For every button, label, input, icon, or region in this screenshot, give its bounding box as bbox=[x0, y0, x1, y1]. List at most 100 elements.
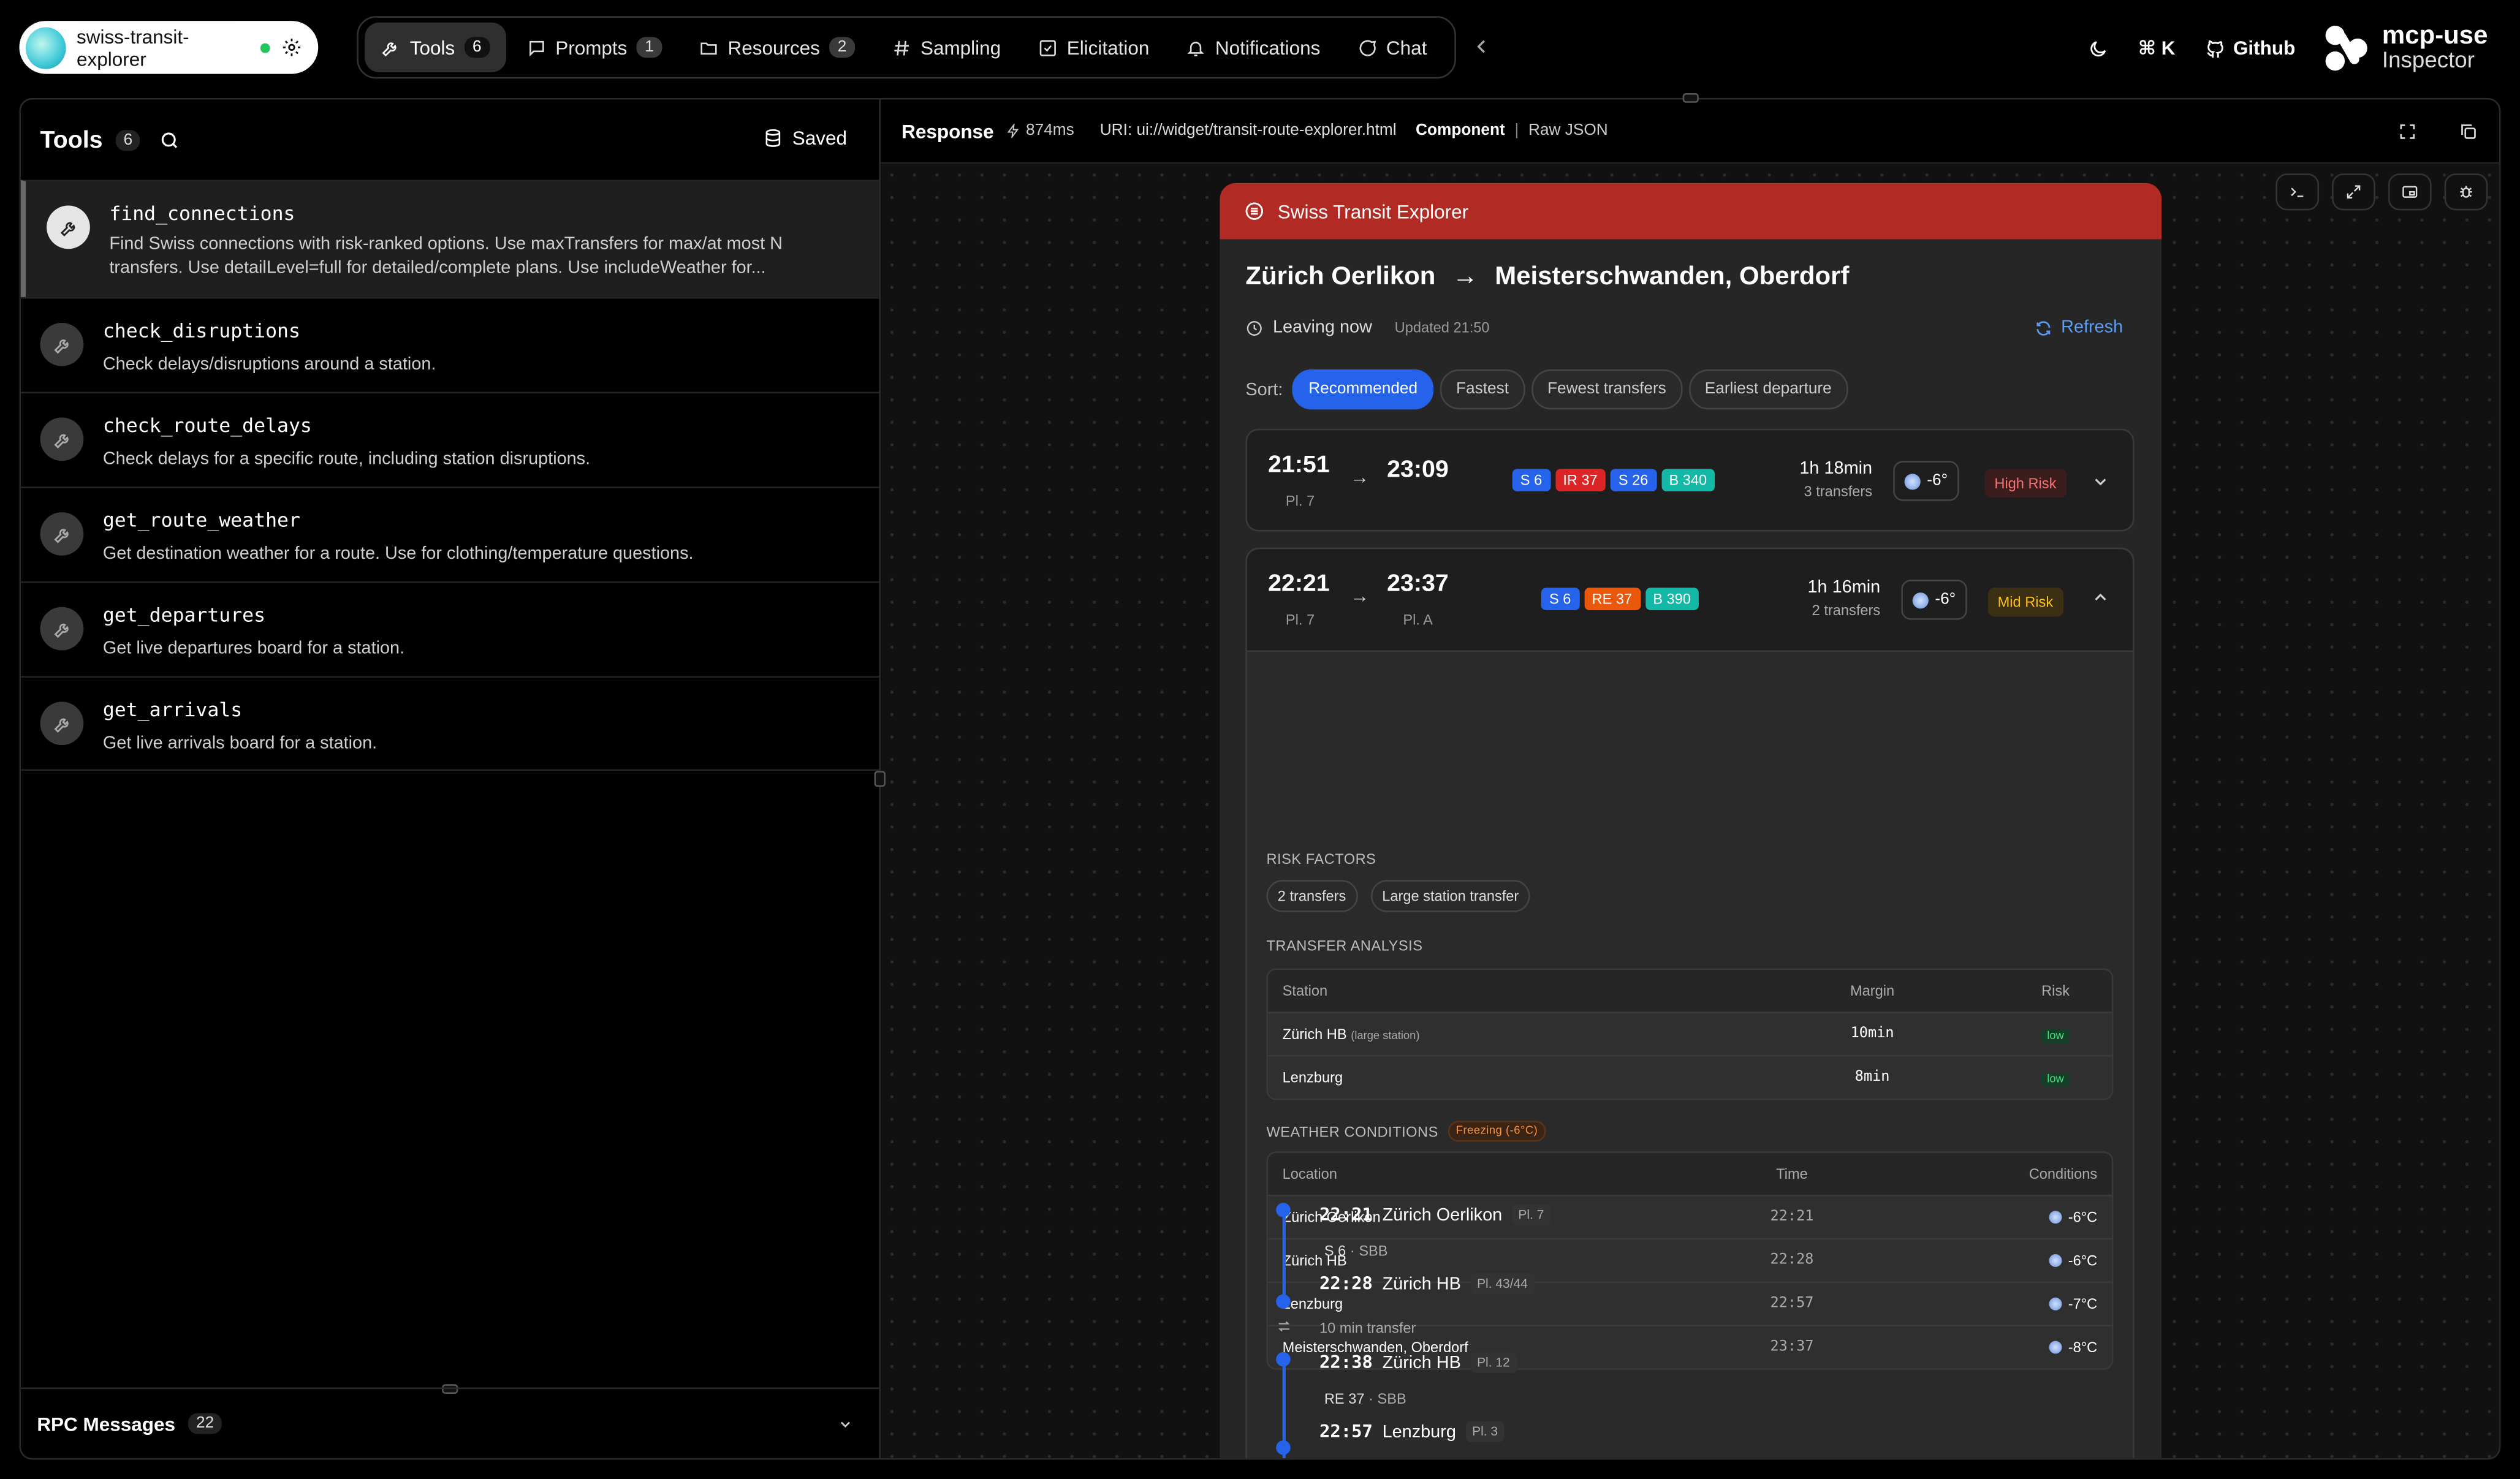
view-separator: | bbox=[1514, 122, 1519, 140]
tool-description: Check delays/disruptions around a statio… bbox=[102, 355, 436, 374]
sort-bar: Sort: Recommended Fastest Fewest transfe… bbox=[1245, 369, 1848, 410]
tab-chat[interactable]: Chat bbox=[1341, 23, 1443, 72]
rpc-messages-bar[interactable]: RPC Messages 22 bbox=[21, 1387, 879, 1458]
arrival-time: 23:09 bbox=[1387, 456, 1449, 483]
tool-item-check-route-delays[interactable]: check_route_delays Check delays for a spe… bbox=[21, 392, 879, 487]
chevron-left-icon[interactable] bbox=[1472, 36, 1491, 58]
timeline-stop-dot bbox=[1276, 1203, 1291, 1217]
picture-in-picture-icon[interactable] bbox=[2388, 173, 2432, 211]
duration: 1h 16min 2 transfers bbox=[1808, 578, 1881, 619]
chevron-up-icon[interactable] bbox=[2091, 588, 2110, 607]
departure-platform: Pl. 7 bbox=[1285, 611, 1315, 628]
stop-station: Lenzburg bbox=[1382, 1421, 1456, 1442]
server-selector[interactable]: swiss-transit-explorer bbox=[19, 21, 319, 74]
refresh-label: Refresh bbox=[2061, 317, 2123, 338]
weather-icon bbox=[1904, 472, 1921, 490]
vertical-resize-handle[interactable] bbox=[874, 771, 886, 787]
moon-icon[interactable] bbox=[2089, 38, 2109, 59]
line-badge: RE 37 bbox=[1584, 588, 1641, 610]
response-toolbar: Response 874ms URI: ui://widget/transit-… bbox=[881, 99, 2499, 164]
terminal-icon[interactable] bbox=[2275, 173, 2320, 211]
tab-label: Prompts bbox=[555, 36, 628, 59]
connection-card[interactable]: 21:51 Pl. 7 → 23:09 S 6 IR 37 S 26 B 340… bbox=[1245, 428, 2135, 532]
timeline-stop-dot bbox=[1276, 1352, 1291, 1367]
database-icon bbox=[764, 129, 783, 148]
stop-time: 22:28 bbox=[1319, 1273, 1373, 1295]
connected-status-dot bbox=[260, 42, 270, 53]
transfer-table: Station Margin Risk Zürich HB (large sta… bbox=[1266, 968, 2114, 1100]
tab-prompts[interactable]: Prompts 1 bbox=[510, 23, 678, 72]
gear-icon[interactable] bbox=[281, 37, 302, 58]
tool-item-get-departures[interactable]: get_departures Get live departures board … bbox=[21, 581, 879, 676]
departure-info: Leaving now Updated 21:50 bbox=[1245, 317, 1490, 338]
expand-icon[interactable] bbox=[2332, 173, 2375, 211]
saved-button[interactable]: Saved bbox=[764, 127, 847, 149]
tool-item-get-route-weather[interactable]: get_route_weather Get destination weather… bbox=[21, 486, 879, 581]
refresh-button[interactable]: Refresh bbox=[2035, 318, 2123, 337]
tab-label: Chat bbox=[1386, 36, 1427, 59]
message-square-icon bbox=[526, 38, 545, 57]
view-component-button[interactable]: Component bbox=[1416, 122, 1505, 140]
sort-fewest-transfers[interactable]: Fewest transfers bbox=[1531, 369, 1683, 410]
server-avatar bbox=[25, 26, 66, 69]
sort-earliest-departure[interactable]: Earliest departure bbox=[1688, 369, 1848, 410]
tool-name: get_departures bbox=[102, 603, 266, 627]
wrench-icon bbox=[40, 417, 84, 461]
copy-icon[interactable] bbox=[2459, 121, 2478, 140]
search-icon[interactable] bbox=[160, 129, 181, 150]
tool-item-get-arrivals[interactable]: get_arrivals Get live arrivals board for … bbox=[21, 676, 879, 771]
location-temp: -8°C bbox=[2068, 1339, 2098, 1356]
transfer-margin: 10min bbox=[1850, 1026, 1894, 1043]
stop-time: 22:57 bbox=[1319, 1421, 1373, 1442]
tab-notifications[interactable]: Notifications bbox=[1170, 23, 1336, 72]
leg-line: S 6 bbox=[1324, 1243, 1346, 1259]
horizontal-resize-handle[interactable] bbox=[1682, 93, 1699, 103]
tool-description: Get live departures board for a station. bbox=[102, 639, 405, 659]
view-raw-json-button[interactable]: Raw JSON bbox=[1528, 122, 1608, 140]
timeline-stop: 22:57 Lenzburg Pl. 3 bbox=[1319, 1421, 1505, 1442]
tool-name: find_connections bbox=[109, 202, 295, 225]
server-name: swiss-transit-explorer bbox=[77, 25, 189, 70]
route-title: Zürich Oerlikon → Meisterschwanden, Ober… bbox=[1245, 263, 1849, 292]
tab-label: Resources bbox=[727, 36, 820, 59]
tab-tools[interactable]: Tools 6 bbox=[365, 22, 506, 72]
tab-resources[interactable]: Resources 2 bbox=[683, 23, 871, 72]
tools-panel: Tools 6 Saved find_connections Find Swis… bbox=[19, 97, 879, 1460]
bug-icon[interactable] bbox=[2444, 173, 2488, 211]
chevron-down-icon[interactable] bbox=[837, 1415, 853, 1431]
tool-description: Find Swiss connections with risk-ranked … bbox=[109, 234, 783, 278]
risk-level-badge: low bbox=[2040, 1072, 2071, 1088]
leaving-label: Leaving now bbox=[1272, 317, 1372, 338]
tool-item-check-disruptions[interactable]: check_disruptions Check delays/disruption… bbox=[21, 297, 879, 392]
weather-conditions-title: WEATHER CONDITIONS bbox=[1266, 1123, 1438, 1140]
column-header: Risk bbox=[2041, 983, 2070, 999]
zap-icon bbox=[1007, 123, 1022, 138]
tool-item-find-connections[interactable]: find_connections Find Swiss connections … bbox=[21, 180, 879, 297]
weather-icon bbox=[2049, 1297, 2062, 1311]
location-time: 23:37 bbox=[1770, 1339, 1814, 1356]
chevron-down-icon[interactable] bbox=[2091, 472, 2110, 491]
command-palette-button[interactable]: ⌘ K bbox=[2138, 37, 2176, 59]
sort-recommended[interactable]: Recommended bbox=[1292, 369, 1434, 410]
transit-widget: Swiss Transit Explorer Zürich Oerlikon →… bbox=[1220, 183, 2162, 1458]
main-tabs: Tools 6 Prompts 1 Resources 2 Sampling E… bbox=[357, 16, 1456, 79]
stop-station: Zürich HB bbox=[1382, 1353, 1461, 1372]
fullscreen-icon[interactable] bbox=[2398, 121, 2417, 140]
stop-station: Zürich Oerlikon bbox=[1382, 1205, 1503, 1225]
transfer-analysis-heading: TRANSFER ANALYSIS bbox=[1266, 937, 1423, 954]
github-icon bbox=[2204, 38, 2225, 59]
github-link[interactable]: Github bbox=[2204, 37, 2295, 59]
arrival-time: 23:37 bbox=[1387, 570, 1449, 598]
tool-description: Check delays for a specific route, inclu… bbox=[102, 449, 591, 469]
risk-badge: Mid Risk bbox=[1987, 588, 2063, 617]
timeline-stop: 22:38 Zürich HB Pl. 12 bbox=[1319, 1352, 1517, 1373]
freezing-badge: Freezing (-6°C) bbox=[1448, 1121, 1546, 1142]
weather-chip: -6° bbox=[1901, 580, 1967, 620]
resource-uri: URI: ui://widget/transit-route-explorer.… bbox=[1099, 122, 1397, 140]
hash-icon bbox=[892, 38, 911, 57]
sort-fastest[interactable]: Fastest bbox=[1440, 369, 1525, 410]
risk-factor-chip: Large station transfer bbox=[1370, 880, 1530, 912]
tool-name: check_route_delays bbox=[102, 414, 312, 437]
tab-sampling[interactable]: Sampling bbox=[876, 23, 1017, 72]
tab-elicitation[interactable]: Elicitation bbox=[1022, 23, 1165, 72]
